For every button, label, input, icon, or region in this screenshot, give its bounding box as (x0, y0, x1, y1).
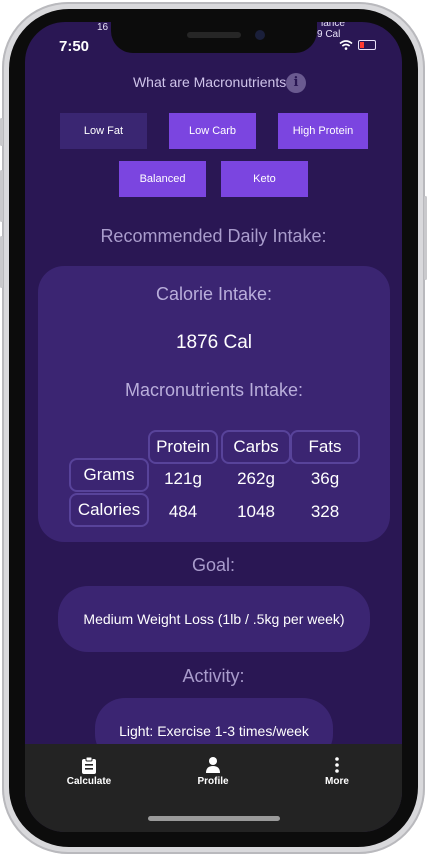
recommended-title: Recommended Daily Intake: (100, 226, 327, 246)
column-header-fats: Fats (290, 430, 360, 464)
row-header-grams: Grams (69, 458, 149, 492)
diet-button-balanced[interactable]: Balanced (119, 161, 206, 197)
speaker (187, 32, 241, 38)
grams-protein-value: 121g (164, 469, 202, 488)
macronutrients-intake-label: Macronutrients Intake: (124, 380, 304, 400)
tab-profile-label: Profile (197, 776, 229, 787)
tab-more[interactable]: More (297, 756, 377, 787)
notch (111, 22, 317, 53)
column-header-protein: Protein (148, 430, 218, 464)
info-icon[interactable]: i (286, 73, 306, 93)
tab-profile[interactable]: Profile (173, 756, 253, 787)
activity-label: Activity: (182, 666, 245, 686)
grams-carbs-value: 262g (237, 469, 275, 488)
status-bar: 16 lance 9 Cal 7:50 (25, 22, 402, 62)
row-header-calories: Calories (69, 493, 149, 527)
diet-button-high-protein[interactable]: High Protein (278, 113, 368, 149)
status-icons (339, 40, 376, 50)
tab-calculate[interactable]: Calculate (49, 756, 129, 787)
status-time: 7:50 (59, 38, 90, 55)
front-camera (255, 30, 265, 40)
grams-fats-value: 36g (310, 469, 340, 488)
home-indicator[interactable] (148, 816, 280, 821)
screen: What are Macronutrients? i Low Fat Low C… (25, 22, 402, 832)
goal-label: Goal: (191, 555, 236, 575)
diet-button-keto[interactable]: Keto (221, 161, 308, 197)
goal-value: Medium Weight Loss (1lb / .5kg per week) (58, 586, 370, 652)
person-icon (206, 757, 220, 773)
clipboard-icon (82, 756, 96, 774)
battery-icon (358, 40, 376, 50)
main-content[interactable]: What are Macronutrients? i Low Fat Low C… (25, 22, 402, 764)
side-button-volume-up (0, 170, 3, 222)
calories-carbs-value: 1048 (237, 502, 275, 521)
wifi-icon (339, 40, 353, 50)
diet-button-low-carb[interactable]: Low Carb (169, 113, 256, 149)
calories-protein-value: 484 (168, 502, 198, 521)
tab-more-label: More (325, 776, 349, 787)
peek-left-text: 16 (97, 22, 109, 33)
calorie-intake-label: Calorie Intake: (155, 284, 273, 304)
tab-calculate-label: Calculate (66, 776, 112, 787)
peek-right-line1: lance (321, 22, 345, 29)
side-button-volume-down (0, 236, 3, 288)
calorie-intake-value: 1876 Cal (175, 332, 253, 353)
more-vertical-icon (335, 757, 339, 773)
calories-fats-value: 328 (310, 502, 340, 521)
macronutrients-question[interactable]: What are Macronutrients? (25, 74, 402, 90)
column-header-carbs: Carbs (221, 430, 291, 464)
intake-card: Calorie Intake: 1876 Cal Macronutrients … (38, 266, 390, 542)
side-button-mute (0, 118, 3, 146)
peek-right-line2: 9 Cal (317, 29, 341, 40)
diet-button-low-fat[interactable]: Low Fat (60, 113, 147, 149)
